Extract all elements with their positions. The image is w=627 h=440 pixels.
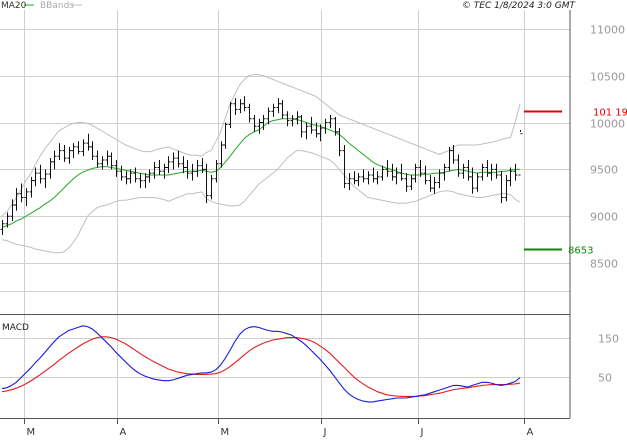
macd-tick-label: 150 [598, 333, 619, 346]
timestamp-watermark: © TEC 1/8/2024 3:0 GMT [462, 1, 577, 11]
ma20-legend-label: MA20 [1, 1, 27, 11]
y-tick-label: 8500 [590, 258, 618, 271]
y-tick-label: 10500 [590, 71, 625, 84]
x-tick-label: M [221, 427, 230, 438]
x-tick-label: M [27, 427, 36, 438]
x-tick-label: J [420, 427, 424, 438]
stock-chart: 101 198653 MA20 BBands © TEC 1/8/2024 3:… [0, 0, 627, 440]
y-tick-label: 10000 [590, 118, 625, 131]
y-tick-label: 9500 [590, 164, 618, 177]
x-tick-label: A [527, 427, 534, 438]
chart-background [0, 0, 627, 440]
y-tick-label: 9000 [590, 211, 618, 224]
macd-panel-title: MACD [2, 323, 29, 333]
support-label: 8653 [568, 246, 593, 257]
bbands-legend-label: BBands [40, 1, 74, 11]
y-tick-label: 11000 [590, 24, 625, 37]
x-tick-label: J [323, 427, 327, 438]
macd-tick-label: 50 [598, 372, 612, 385]
x-tick-label: A [120, 427, 127, 438]
